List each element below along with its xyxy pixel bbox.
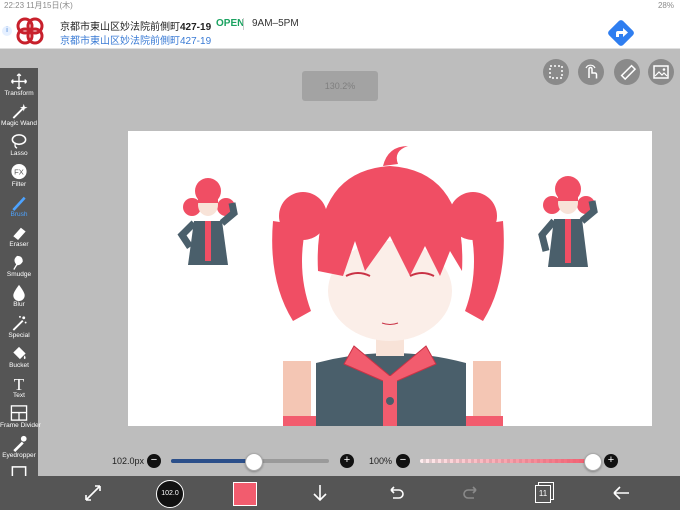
tool-label: Eraser xyxy=(9,241,29,248)
brush-size-increase-button[interactable]: + xyxy=(340,454,354,468)
tool-label: Transform xyxy=(4,90,34,97)
directions-icon[interactable] xyxy=(604,16,638,50)
download-arrow-icon[interactable] xyxy=(309,482,331,504)
tool-special[interactable]: Special xyxy=(0,314,38,344)
ad-info-icon[interactable]: i xyxy=(2,26,12,36)
eraser-icon xyxy=(13,227,26,241)
slider-row: 102.0px − + 100% − + xyxy=(0,452,680,471)
opacity-label: 100% xyxy=(369,456,393,466)
frame-divider-icon xyxy=(10,405,28,421)
tool-label: Special xyxy=(8,331,30,339)
right-chibi-figure xyxy=(538,176,598,267)
brush-size-fill xyxy=(171,459,254,463)
tool-eraser[interactable]: Eraser xyxy=(0,223,38,253)
svg-text:FX: FX xyxy=(14,167,24,176)
ad-address-link[interactable]: 京都市東山区妙法院前側町427-19 xyxy=(60,32,211,47)
tool-label: Magic Wand xyxy=(1,120,37,128)
brush-icon xyxy=(12,196,26,211)
tool-transform[interactable]: Transform xyxy=(0,72,38,102)
opacity-decrease-button[interactable]: − xyxy=(396,454,410,468)
ad-banner[interactable]: i 京都市東山区妙法院前側町427-19 OPEN 9AM–5PM 京都市東山区… xyxy=(0,12,680,49)
redo-icon[interactable] xyxy=(460,482,482,504)
transform-icon xyxy=(10,73,28,90)
opacity-increase-button[interactable]: + xyxy=(604,454,618,468)
tool-label: Frame Divider xyxy=(0,422,41,430)
layer-count: 11 xyxy=(535,485,551,503)
color-swatch-button[interactable] xyxy=(233,482,257,506)
drawing-canvas[interactable] xyxy=(128,131,652,426)
artwork xyxy=(177,146,598,426)
ad-hours: 9AM–5PM xyxy=(252,18,299,29)
ad-divider xyxy=(243,18,244,30)
tool-blur[interactable]: Blur xyxy=(0,283,38,313)
tool-text[interactable]: T Text xyxy=(0,374,38,404)
tool-sidebar: Transform Magic Wand Lasso FX Filter Brush Era… xyxy=(0,68,41,510)
opacity-slider-handle[interactable] xyxy=(584,453,602,471)
ad-address: 京都市東山区妙法院前側町427-19 xyxy=(60,22,212,33)
svg-text:T: T xyxy=(14,375,25,392)
tool-label: Bucket xyxy=(9,361,29,369)
brush-size-slider-handle[interactable] xyxy=(245,453,264,471)
tool-label: Lasso xyxy=(10,150,28,158)
gallery-icon[interactable] xyxy=(648,59,674,85)
selection-icon[interactable] xyxy=(543,59,569,85)
ad-logo xyxy=(16,17,44,45)
left-chibi-figure xyxy=(177,178,238,265)
tool-label: Text xyxy=(13,392,25,399)
tool-lasso[interactable]: Lasso xyxy=(0,132,38,162)
status-bar: 22:23 11月15日(木) 28% xyxy=(0,0,680,12)
tool-smudge[interactable]: Smudge xyxy=(0,253,38,283)
main-character-drawing xyxy=(272,146,504,426)
brush-size-decrease-button[interactable]: − xyxy=(147,454,161,468)
layers-button[interactable]: 11 xyxy=(535,482,554,503)
tool-label: Filter xyxy=(11,180,27,188)
ruler-icon[interactable] xyxy=(614,59,640,85)
tool-bucket[interactable]: Bucket xyxy=(0,344,38,374)
text-icon: T xyxy=(14,375,25,392)
transform-arrows-icon[interactable] xyxy=(82,482,104,504)
tool-magic-wand[interactable]: Magic Wand xyxy=(0,102,38,132)
brush-preview-button[interactable]: 102.0 xyxy=(156,480,184,508)
tool-label: Blur xyxy=(13,301,25,309)
tool-frame-divider[interactable]: Frame Divider xyxy=(0,404,41,434)
smudge-icon xyxy=(13,256,23,271)
brush-size-label: 102.0px xyxy=(112,456,145,466)
tool-label: Brush xyxy=(10,210,28,218)
blur-icon xyxy=(13,285,25,302)
back-arrow-icon[interactable] xyxy=(610,482,632,504)
bucket-icon xyxy=(13,346,26,359)
magic-wand-icon xyxy=(12,104,28,119)
tool-filter[interactable]: FX Filter xyxy=(0,163,38,193)
ad-open-status: OPEN xyxy=(216,18,245,29)
tool-label: Smudge xyxy=(6,271,32,279)
special-icon xyxy=(12,315,27,331)
tool-brush[interactable]: Brush xyxy=(0,193,38,223)
opacity-fill xyxy=(420,459,592,463)
status-time: 22:23 11月15日(木) xyxy=(4,1,73,10)
eyedropper-icon xyxy=(13,436,27,453)
zoom-indicator: 130.2% xyxy=(302,71,378,101)
touch-gesture-icon[interactable] xyxy=(578,59,604,85)
battery-status: 28% xyxy=(657,1,674,10)
lasso-icon xyxy=(11,134,27,150)
undo-icon[interactable] xyxy=(385,482,407,504)
bottom-toolbar: 102.0 11 xyxy=(0,476,680,510)
filter-icon: FX xyxy=(11,163,27,179)
